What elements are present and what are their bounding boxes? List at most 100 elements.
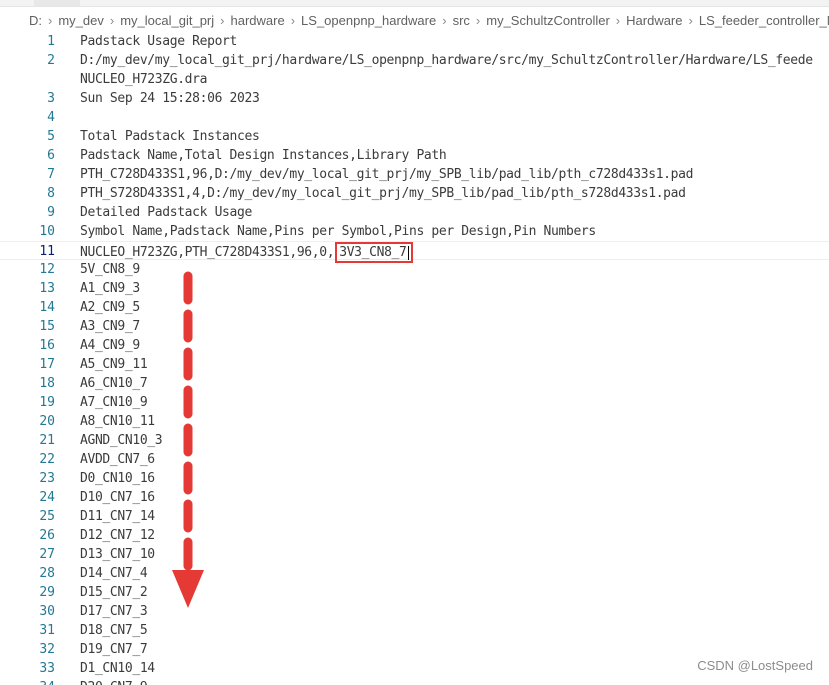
code-line[interactable]: 1 Padstack Usage Report [0,32,829,51]
line-text: AGND_CN10_3 [80,433,163,448]
chevron-right-icon: › [442,12,447,28]
code-line[interactable]: 8 PTH_S728D433S1,4,D:/my_dev/my_local_git… [0,184,829,203]
breadcrumb-item[interactable]: LS_feeder_controller_NUCL [699,13,829,28]
chevron-right-icon: › [688,12,693,28]
code-line[interactable]: 20 A8_CN10_11 [0,412,829,431]
line-text: D15_CN7_2 [80,585,148,600]
line-number: 29 [39,585,55,600]
code-line[interactable]: 31 D18_CN7_5 [0,621,829,640]
code-line[interactable]: 23 D0_CN10_16 [0,469,829,488]
line-number: 25 [39,509,55,524]
line-number: 10 [39,224,55,239]
breadcrumb-item[interactable]: hardware [231,13,285,28]
code-line[interactable]: 4 [0,108,829,127]
line-number: 31 [39,623,55,638]
code-line[interactable]: 18 A6_CN10_7 [0,374,829,393]
breadcrumb: D: › my_dev › my_local_git_prj › hardware › LS_o… [0,7,829,33]
line-number: 7 [47,167,55,182]
line-text: AVDD_CN7_6 [80,452,155,467]
line-number: 20 [39,414,55,429]
line-text: D17_CN7_3 [80,604,148,619]
line-content: Padstack Usage Report [80,32,237,51]
line-content: D20_CN7_9 [80,678,148,685]
line-number: 16 [39,338,55,353]
line-content: A2_CN9_5 [80,298,140,317]
line-content: NUCLEO_H723ZG.dra [80,70,207,89]
line-number: 23 [39,471,55,486]
line-number: 22 [39,452,55,467]
breadcrumb-item[interactable]: D: [29,13,42,28]
code-line[interactable]: 6 Padstack Name,Total Design Instances,Li… [0,146,829,165]
line-number: 32 [39,642,55,657]
breadcrumb-item[interactable]: src [453,13,470,28]
line-content: D11_CN7_14 [80,507,155,526]
line-text: PTH_C728D433S1,96,D:/my_dev/my_local_git… [80,167,694,182]
code-line[interactable]: 27 D13_CN7_10 [0,545,829,564]
line-content: PTH_C728D433S1,96,D:/my_dev/my_local_git… [80,165,693,184]
editor-tab-strip [0,0,829,7]
line-number: 17 [39,357,55,372]
code-line[interactable]: 15 A3_CN9_7 [0,317,829,336]
code-line[interactable]: 30 D17_CN7_3 [0,602,829,621]
code-line-wrap[interactable]: NUCLEO_H723ZG.dra [0,70,829,89]
chevron-right-icon: › [290,12,296,28]
line-text: Sun Sep 24 15:28:06 2023 [80,91,260,106]
line-content: PTH_S728D433S1,4,D:/my_dev/my_local_git_… [80,184,686,203]
code-line[interactable]: 24 D10_CN7_16 [0,488,829,507]
code-line[interactable]: 14 A2_CN9_5 [0,298,829,317]
line-text: D0_CN10_16 [80,471,155,486]
line-text: 5V_CN8_9 [80,262,140,277]
code-line[interactable]: 12 5V_CN8_9 [0,260,829,279]
line-number: 1 [47,34,55,49]
line-content: Sun Sep 24 15:28:06 2023 [80,89,260,108]
code-line[interactable]: 17 A5_CN9_11 [0,355,829,374]
line-content: D19_CN7_7 [80,640,148,659]
code-line[interactable]: 34 D20_CN7_9 [0,678,829,685]
code-line[interactable]: 19 A7_CN10_9 [0,393,829,412]
code-line[interactable]: 28 D14_CN7_4 [0,564,829,583]
breadcrumb-item[interactable]: LS_openpnp_hardware [301,13,436,28]
code-line[interactable]: 22 AVDD_CN7_6 [0,450,829,469]
line-number: 9 [47,205,55,220]
line-content: A3_CN9_7 [80,317,140,336]
chevron-right-icon: › [109,12,115,28]
code-line[interactable]: 25 D11_CN7_14 [0,507,829,526]
line-text: D20_CN7_9 [80,680,148,685]
breadcrumb-item[interactable]: my_local_git_prj [120,13,214,28]
code-line[interactable]: 11 NUCLEO_H723ZG,PTH_C728D433S1,96,0, 3V3_… [0,241,829,263]
line-text: Padstack Usage Report [80,34,238,49]
line-content: AGND_CN10_3 [80,431,163,450]
line-number: 24 [39,490,55,505]
code-line[interactable]: 26 D12_CN7_12 [0,526,829,545]
breadcrumb-item[interactable]: Hardware [626,13,682,28]
code-line[interactable]: 29 D15_CN7_2 [0,583,829,602]
line-content: AVDD_CN7_6 [80,450,155,469]
line-content: A1_CN9_3 [80,279,140,298]
highlighted-pin-text: 3V3_CN8_7 [339,245,407,260]
code-line[interactable]: 13 A1_CN9_3 [0,279,829,298]
line-number: 33 [39,661,55,676]
line-number: 18 [39,376,55,391]
line-number: 26 [39,528,55,543]
line-number: 34 [0,678,55,685]
code-line[interactable]: 2 D:/my_dev/my_local_git_prj/hardware/LS_… [0,51,829,70]
code-line[interactable]: 3 Sun Sep 24 15:28:06 2023 [0,89,829,108]
code-line[interactable]: 9 Detailed Padstack Usage [0,203,829,222]
line-number: 15 [39,319,55,334]
breadcrumb-item[interactable]: my_dev [58,13,104,28]
code-line[interactable]: 5 Total Padstack Instances [0,127,829,146]
line-content: Padstack Name,Total Design Instances,Lib… [80,146,447,165]
breadcrumb-item[interactable]: my_SchultzController [486,13,610,28]
code-line[interactable]: 10 Symbol Name,Padstack Name,Pins per Sym… [0,222,829,241]
code-line[interactable]: 16 A4_CN9_9 [0,336,829,355]
code-line[interactable]: 7 PTH_C728D433S1,96,D:/my_dev/my_local_gi… [0,165,829,184]
line-number: 13 [39,281,55,296]
line-content: 5V_CN8_9 [80,260,140,279]
editor-tab[interactable] [34,0,80,6]
code-line[interactable]: 21 AGND_CN10_3 [0,431,829,450]
code-line[interactable]: 32 D19_CN7_7 [0,640,829,659]
text-editor[interactable]: 1 Padstack Usage Report 2 D:/my_dev/my_loca… [0,32,829,685]
line-content: D13_CN7_10 [80,545,155,564]
line-number: 8 [47,186,55,201]
line-number: 12 [39,262,55,277]
